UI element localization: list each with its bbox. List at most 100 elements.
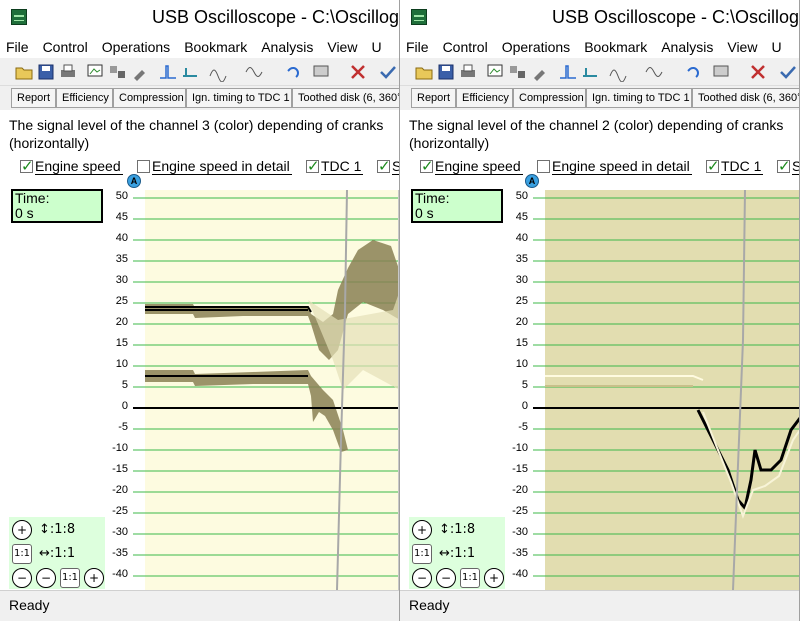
zoom-reset-v-button[interactable]: 1:1 bbox=[412, 544, 432, 564]
checkbox-engine-speed-detail[interactable]: Engine speed in detail bbox=[137, 158, 292, 176]
plot-area[interactable] bbox=[133, 190, 400, 590]
zoom-out-h-icon[interactable]: − bbox=[36, 568, 56, 588]
zoom-in-v-icon[interactable]: + bbox=[12, 520, 32, 540]
title-bar[interactable]: USB Oscilloscope - C:\Oscillogra bbox=[400, 0, 799, 36]
channels-icon[interactable] bbox=[108, 62, 128, 82]
zoom-panel: + ↕:1:8 1:1 ↔:1:1 − − 1:1 + bbox=[409, 517, 505, 589]
tab-compression[interactable]: Compression bbox=[513, 88, 586, 108]
save-icon[interactable] bbox=[36, 62, 56, 82]
menu-bookmark[interactable]: Bookmark bbox=[584, 36, 647, 55]
y-tick-label: 50 bbox=[515, 190, 528, 202]
tab-report[interactable]: Report bbox=[11, 88, 56, 108]
tab-efficiency[interactable]: Efficiency bbox=[56, 88, 113, 108]
menu-file[interactable]: File bbox=[6, 36, 29, 55]
checkbox-tdc1-box[interactable] bbox=[306, 157, 320, 175]
tab-toothed-disk[interactable]: Toothed disk (6, 360° bbox=[692, 88, 799, 108]
menu-operations[interactable]: Operations bbox=[502, 36, 570, 55]
display-icon[interactable] bbox=[312, 62, 332, 82]
y-tick-label: -20 bbox=[512, 484, 528, 496]
plot-background bbox=[545, 190, 799, 590]
tab-compression[interactable]: Compression bbox=[113, 88, 186, 108]
undo-icon[interactable] bbox=[282, 62, 302, 82]
check-icon[interactable] bbox=[378, 62, 398, 82]
menu-view[interactable]: View bbox=[327, 36, 357, 55]
y-tick-label: 10 bbox=[515, 358, 528, 370]
tab-efficiency[interactable]: Efficiency bbox=[456, 88, 513, 108]
title-bar[interactable]: USB Oscilloscope - C:\Oscillogra bbox=[0, 0, 399, 36]
probe-icon[interactable] bbox=[130, 62, 150, 82]
trigger-icon[interactable] bbox=[208, 62, 228, 82]
tab-report[interactable]: Report bbox=[411, 88, 456, 108]
checkbox-tdc1-box[interactable] bbox=[706, 157, 720, 175]
save-icon[interactable] bbox=[436, 62, 456, 82]
zoom-reset-h-button[interactable]: 1:1 bbox=[60, 568, 80, 588]
menu-control[interactable]: Control bbox=[443, 36, 488, 55]
cursor-icon[interactable] bbox=[580, 62, 600, 82]
menu-file[interactable]: File bbox=[406, 36, 429, 55]
trigger-icon[interactable] bbox=[608, 62, 628, 82]
menu-analysis[interactable]: Analysis bbox=[661, 36, 713, 55]
checkbox-s-box[interactable] bbox=[777, 157, 791, 175]
print-icon[interactable] bbox=[458, 62, 478, 82]
check-icon[interactable] bbox=[778, 62, 798, 82]
checkbox-engine-speed-box[interactable] bbox=[20, 157, 34, 175]
open-folder-icon[interactable] bbox=[414, 62, 434, 82]
export-image-icon[interactable] bbox=[486, 62, 506, 82]
checkbox-engine-speed-detail-box[interactable] bbox=[137, 160, 150, 173]
checkbox-s[interactable]: S bbox=[377, 157, 399, 176]
delete-icon[interactable] bbox=[348, 62, 368, 82]
print-icon[interactable] bbox=[58, 62, 78, 82]
checkbox-s-box[interactable] bbox=[377, 157, 391, 175]
checkbox-engine-speed[interactable]: Engine speed bbox=[20, 157, 123, 176]
zoom-reset-h-button[interactable]: 1:1 bbox=[460, 568, 480, 588]
caption-line-2: (horizontally) bbox=[409, 135, 490, 151]
menu-u[interactable]: U bbox=[771, 36, 781, 55]
checkbox-tdc1[interactable]: TDC 1 bbox=[306, 157, 364, 176]
y-tick-label: 0 bbox=[121, 400, 128, 412]
pulse-icon[interactable] bbox=[558, 62, 578, 82]
caption-line-1: The signal level of the channel 2 (color… bbox=[409, 117, 784, 133]
checkbox-engine-speed-detail-box[interactable] bbox=[537, 160, 550, 173]
delete-icon[interactable] bbox=[748, 62, 768, 82]
menu-bar: File Control Operations Bookmark Analysis Vie… bbox=[400, 36, 799, 58]
marker-a-icon[interactable]: A bbox=[127, 174, 141, 188]
y-tick-label: -25 bbox=[112, 505, 128, 517]
export-image-icon[interactable] bbox=[86, 62, 106, 82]
menu-bookmark[interactable]: Bookmark bbox=[184, 36, 247, 55]
marker-a-icon[interactable]: A bbox=[525, 174, 539, 188]
menu-analysis[interactable]: Analysis bbox=[261, 36, 313, 55]
zoom-in-h-icon[interactable]: + bbox=[484, 568, 504, 588]
menu-view[interactable]: View bbox=[727, 36, 757, 55]
checkbox-tdc1[interactable]: TDC 1 bbox=[706, 157, 764, 176]
zoom-panel: + ↕:1:8 1:1 ↔:1:1 − − 1:1 + bbox=[9, 517, 105, 589]
zoom-out-v-icon[interactable]: − bbox=[412, 568, 432, 588]
waveform-icon[interactable] bbox=[644, 62, 664, 82]
zoom-in-h-icon[interactable]: + bbox=[84, 568, 104, 588]
checkbox-engine-speed-detail[interactable]: Engine speed in detail bbox=[537, 158, 692, 176]
zoom-in-v-icon[interactable]: + bbox=[412, 520, 432, 540]
open-folder-icon[interactable] bbox=[14, 62, 34, 82]
checkbox-engine-speed-box[interactable] bbox=[420, 157, 434, 175]
undo-icon[interactable] bbox=[682, 62, 702, 82]
plot-area[interactable] bbox=[533, 190, 800, 590]
cursor-icon[interactable] bbox=[180, 62, 200, 82]
zoom-out-v-icon[interactable]: − bbox=[12, 568, 32, 588]
menu-control[interactable]: Control bbox=[43, 36, 88, 55]
checkbox-s[interactable]: S bbox=[777, 157, 799, 176]
app-icon bbox=[11, 9, 27, 25]
menu-operations[interactable]: Operations bbox=[102, 36, 170, 55]
pulse-icon[interactable] bbox=[158, 62, 178, 82]
display-icon[interactable] bbox=[712, 62, 732, 82]
tab-toothed-disk[interactable]: Toothed disk (6, 360° bbox=[292, 88, 399, 108]
tab-ign-timing[interactable]: Ign. timing to TDC 1 bbox=[586, 88, 692, 108]
waveform-icon[interactable] bbox=[244, 62, 264, 82]
menu-u[interactable]: U bbox=[371, 36, 381, 55]
probe-icon[interactable] bbox=[530, 62, 550, 82]
zoom-out-h-icon[interactable]: − bbox=[436, 568, 456, 588]
tab-ign-timing[interactable]: Ign. timing to TDC 1 bbox=[186, 88, 292, 108]
checkbox-engine-speed[interactable]: Engine speed bbox=[420, 157, 523, 176]
zoom-reset-v-button[interactable]: 1:1 bbox=[12, 544, 32, 564]
channels-icon[interactable] bbox=[508, 62, 528, 82]
y-tick-label: 35 bbox=[515, 253, 528, 265]
checkbox-tdc1-label: TDC 1 bbox=[721, 158, 764, 175]
